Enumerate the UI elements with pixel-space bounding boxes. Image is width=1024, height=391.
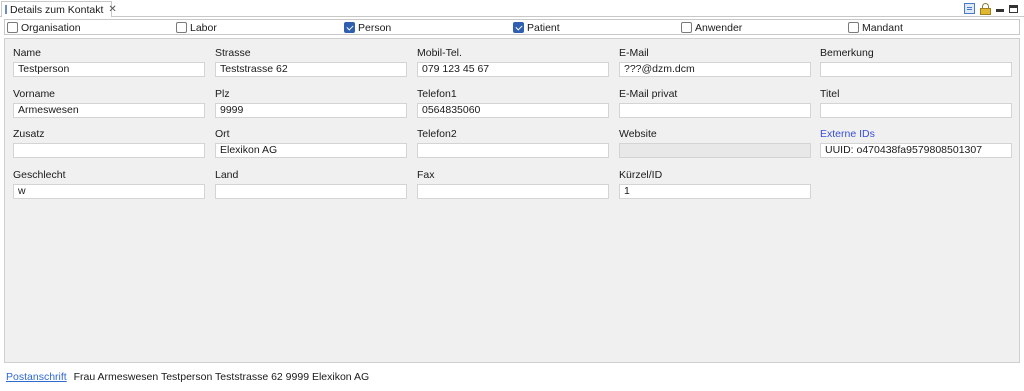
checkbox-label: Mandant [862,21,903,34]
fax-field[interactable] [417,184,609,199]
checkbox-box [176,22,187,33]
ort-field[interactable]: Elexikon AG [215,143,407,158]
checkbox-box [681,22,692,33]
document-icon[interactable] [964,3,975,14]
plz-field[interactable]: 9999 [215,103,407,118]
titel-label: Titel [820,88,840,100]
zusatz-label: Zusatz [13,128,45,140]
vorname-label: Vorname [13,88,56,100]
kuerzel-label: Kürzel/ID [619,169,663,181]
geschlecht-field[interactable]: w [13,184,205,199]
geschlecht-label: Geschlecht [13,169,66,181]
checkbox-label: Anwender [695,21,743,34]
checkbox-label: Person [358,21,392,34]
checkbox-mandant[interactable]: Mandant [848,21,903,34]
vorname-field[interactable]: Armeswesen [13,103,205,118]
mobil-field[interactable]: 079 123 45 67 [417,62,609,77]
view-icon [5,5,7,14]
email-privat-label: E-Mail privat [619,88,678,100]
checkbox-person[interactable]: Person [344,21,391,34]
checkbox-label: Patient [527,21,560,34]
view-tab-bar: Details zum Kontakt ✕ [0,0,1024,17]
bemerkung-label: Bemerkung [820,47,874,59]
titel-field[interactable] [820,103,1012,118]
website-label: Website [619,128,657,140]
fax-label: Fax [417,169,435,181]
postanschrift-text: Frau Armeswesen Testperson Teststrasse 6… [73,371,370,383]
name-field[interactable]: Testperson [13,62,205,77]
kuerzel-field[interactable]: 1 [619,184,811,199]
close-icon[interactable]: ✕ [108,4,116,15]
tab-title: Details zum Kontakt [10,3,104,16]
land-label: Land [215,169,239,181]
land-field[interactable] [215,184,407,199]
email-label: E-Mail [619,47,649,59]
strasse-label: Strasse [215,47,251,59]
view-toolbar [964,1,1018,16]
ort-label: Ort [215,128,230,140]
externe-ids-field[interactable]: UUID: o470438fa9579808501307 [820,143,1012,158]
contact-form-panel: Name Testperson Vorname Armeswesen Zusat… [4,38,1020,363]
telefon1-label: Telefon1 [417,88,457,100]
telefon2-field[interactable] [417,143,609,158]
minimize-icon[interactable] [996,9,1004,12]
checkbox-box [344,22,355,33]
telefon2-label: Telefon2 [417,128,457,140]
externe-ids-link[interactable]: Externe IDs [820,128,875,140]
name-label: Name [13,47,42,59]
checkbox-box [7,22,18,33]
checkbox-anwender[interactable]: Anwender [681,21,742,34]
checkbox-box [848,22,859,33]
tab-details-zum-kontakt[interactable]: Details zum Kontakt ✕ [1,1,117,17]
plz-label: Plz [215,88,230,100]
checkbox-label: Organisation [21,21,81,34]
mobil-label: Mobil-Tel. [417,47,462,59]
postanschrift-row: Postanschrift Frau Armeswesen Testperson… [6,371,369,383]
zusatz-field[interactable] [13,143,205,158]
checkbox-labor[interactable]: Labor [176,21,217,34]
lock-icon[interactable] [980,2,991,15]
maximize-icon[interactable] [1009,4,1018,13]
checkbox-box [513,22,524,33]
postanschrift-link[interactable]: Postanschrift [6,371,67,383]
email-privat-field[interactable] [619,103,811,118]
checkbox-label: Labor [190,21,217,34]
website-field[interactable] [619,143,811,158]
bemerkung-field[interactable] [820,62,1012,77]
email-field[interactable]: ???@dzm.dcm [619,62,811,77]
contact-type-filter-bar: Organisation Labor Person Patient Anwend… [4,19,1020,35]
strasse-field[interactable]: Teststrasse 62 [215,62,407,77]
checkbox-patient[interactable]: Patient [513,21,560,34]
checkbox-organisation[interactable]: Organisation [7,21,81,34]
telefon1-field[interactable]: 0564835060 [417,103,609,118]
